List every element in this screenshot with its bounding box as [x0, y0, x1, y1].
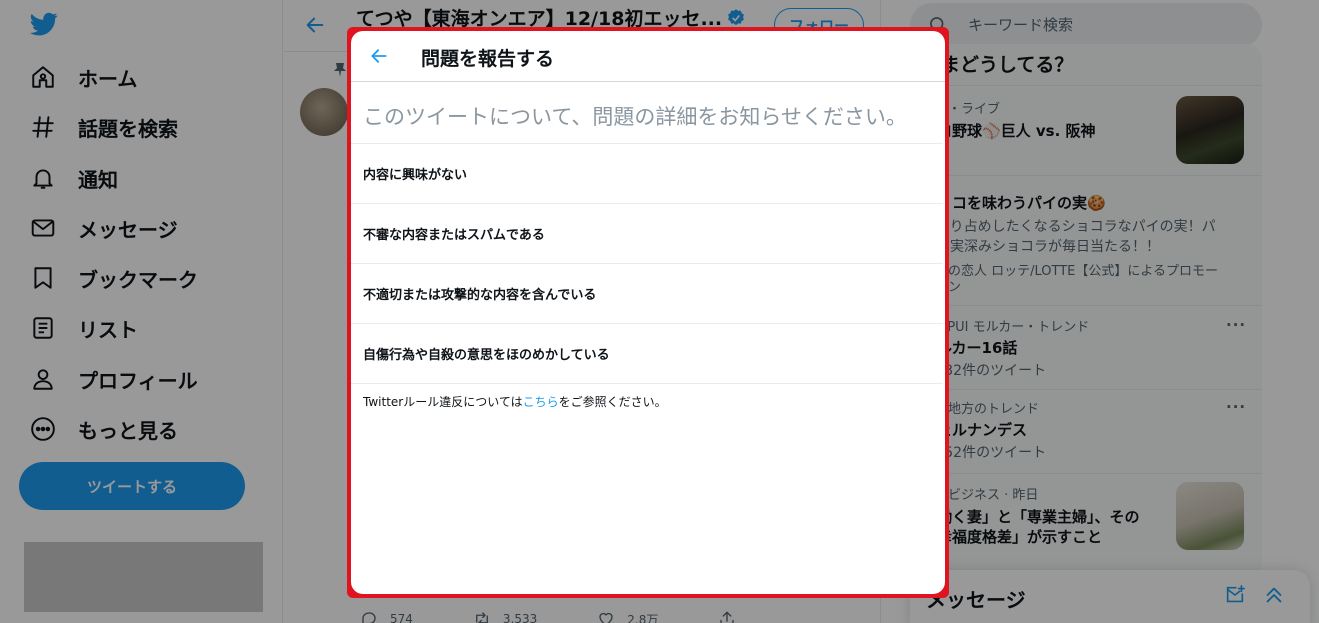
rules-footnote: Twitterルール違反についてはこちらをご参照ください。	[363, 393, 667, 410]
highlight-frame: 問題を報告する このツイートについて、問題の詳細をお知らせください。 内容に興味…	[347, 27, 949, 598]
report-option[interactable]: 不審な内容またはスパムである	[351, 203, 943, 263]
report-option[interactable]: 内容に興味がない	[351, 143, 943, 203]
report-option[interactable]: 自傷行為や自殺の意思をほのめかしている	[351, 323, 943, 383]
report-option-label: 内容に興味がない	[363, 168, 468, 183]
rules-link[interactable]: こちら	[523, 395, 559, 409]
back-arrow-icon[interactable]	[369, 46, 389, 66]
report-dialog: 問題を報告する このツイートについて、問題の詳細をお知らせください。 内容に興味…	[351, 31, 945, 594]
footnote-text: Twitterルール違反については	[363, 395, 523, 409]
report-option[interactable]: 不適切または攻撃的な内容を含んでいる	[351, 263, 943, 323]
dialog-prompt: このツイートについて、問題の詳細をお知らせください。	[363, 105, 907, 129]
page: ホーム 話題を検索 通知 メッセージ ブックマーク リスト プロフィール もっと…	[0, 0, 1319, 623]
dialog-header: 問題を報告する	[351, 31, 945, 82]
dialog-title: 問題を報告する	[421, 48, 555, 70]
report-option-label: 不適切または攻撃的な内容を含んでいる	[363, 288, 597, 303]
divider	[351, 383, 943, 384]
report-option-label: 自傷行為や自殺の意思をほのめかしている	[363, 348, 610, 363]
report-option-label: 不審な内容またはスパムである	[363, 228, 545, 243]
footnote-text: をご参照ください。	[558, 395, 667, 409]
